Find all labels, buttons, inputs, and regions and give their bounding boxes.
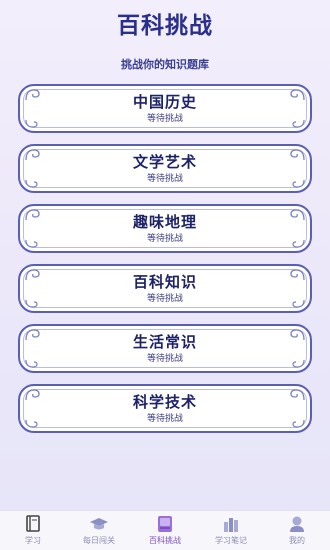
swirl-ornament-icon [25,389,40,401]
category-status: 等待挑战 [146,354,183,364]
category-status: 等待挑战 [146,294,183,304]
category-list: 中国历史 等待挑战 文学艺术 等待挑战 趣味地理 等待挑战 百科知识 等待挑战 … [18,84,312,444]
swirl-ornament-icon [290,209,305,221]
tab-label: 学习笔记 [215,536,247,545]
category-title: 百科知识 [132,273,197,291]
category-card-literature-art[interactable]: 文学艺术 等待挑战 [18,144,312,193]
category-card-science-tech[interactable]: 科学技术 等待挑战 [18,384,312,433]
tab-encyclopedia-challenge[interactable]: 百科挑战 [135,511,195,546]
swirl-ornament-icon [292,119,305,128]
tab-daily-challenge[interactable]: 每日闯关 [69,511,129,546]
swirl-ornament-icon [290,269,305,281]
category-status: 等待挑战 [146,114,183,124]
tab-label: 每日闯关 [83,536,115,545]
user-icon [290,516,304,532]
tab-label: 学习 [25,536,41,545]
category-card-life-tips[interactable]: 生活常识 等待挑战 [18,324,312,373]
encyclopedia-icon [158,516,172,532]
category-card-geography[interactable]: 趣味地理 等待挑战 [18,204,312,253]
tab-study-notes[interactable]: 学习笔记 [201,511,261,546]
swirl-ornament-icon [25,299,38,308]
swirl-ornament-icon [290,329,305,341]
swirl-ornament-icon [25,329,40,341]
swirl-ornament-icon [292,239,305,248]
page-header: 百科挑战 挑战你的知识题库 [0,10,330,72]
tab-profile[interactable]: 我的 [267,511,327,546]
swirl-ornament-icon [292,359,305,368]
category-title: 文学艺术 [132,153,197,171]
swirl-ornament-icon [25,239,38,248]
swirl-ornament-icon [25,209,40,221]
tab-label: 我的 [289,536,305,545]
category-status: 等待挑战 [146,414,183,424]
category-title: 中国历史 [132,93,197,111]
swirl-ornament-icon [25,419,38,428]
swirl-ornament-icon [290,149,305,161]
swirl-ornament-icon [25,269,40,281]
swirl-ornament-icon [25,179,38,188]
bottom-tab-bar: 学习 每日闯关 百科挑战 学习笔记 我的 [0,510,330,550]
graduation-cap-icon [90,518,108,530]
swirl-ornament-icon [25,359,38,368]
book-icon [26,515,40,532]
swirl-ornament-icon [292,299,305,308]
category-title: 趣味地理 [132,213,197,231]
swirl-ornament-icon [290,89,305,101]
page-title: 百科挑战 [117,13,213,39]
swirl-ornament-icon [292,179,305,188]
tab-label: 百科挑战 [149,536,181,545]
swirl-ornament-icon [25,149,40,161]
category-card-history[interactable]: 中国历史 等待挑战 [18,84,312,133]
swirl-ornament-icon [292,419,305,428]
category-card-encyclopedia[interactable]: 百科知识 等待挑战 [18,264,312,313]
category-title: 生活常识 [132,333,197,351]
category-title: 科学技术 [132,393,197,411]
category-status: 等待挑战 [146,234,183,244]
page-subtitle: 挑战你的知识题库 [121,58,209,71]
swirl-ornament-icon [25,119,38,128]
bar-chart-icon [224,518,238,532]
tab-study[interactable]: 学习 [3,511,63,546]
swirl-ornament-icon [290,389,305,401]
category-status: 等待挑战 [146,174,183,184]
swirl-ornament-icon [25,89,40,101]
